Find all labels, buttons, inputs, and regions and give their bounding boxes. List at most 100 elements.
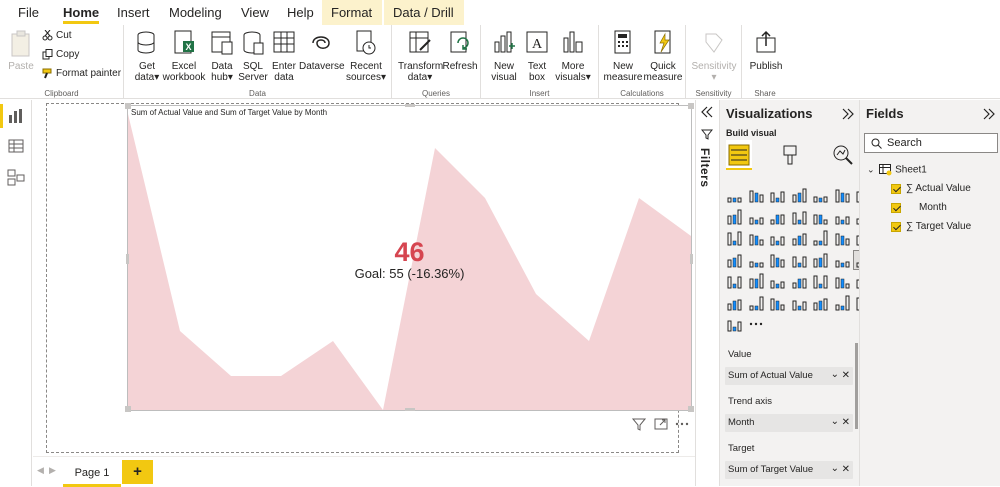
remove-field-icon[interactable]: ✕ bbox=[842, 367, 850, 385]
tab-insert[interactable]: Insert bbox=[108, 0, 159, 25]
text-box-button[interactable]: A Text box bbox=[523, 28, 551, 83]
visual-type-icon[interactable] bbox=[725, 294, 744, 312]
visual-type-icon[interactable] bbox=[747, 272, 766, 290]
excel-workbook-button[interactable]: X Excel workbook bbox=[162, 28, 206, 83]
sql-server-button[interactable]: SQL Server bbox=[238, 28, 268, 83]
visual-type-icon[interactable] bbox=[747, 229, 766, 247]
paste-button[interactable]: Paste bbox=[6, 28, 36, 72]
visual-type-icon[interactable] bbox=[811, 251, 830, 269]
more-visuals-button[interactable]: More visuals▾ bbox=[553, 28, 593, 83]
quick-measure-button[interactable]: Quick measure bbox=[643, 28, 683, 83]
data-view-icon[interactable] bbox=[6, 136, 26, 156]
visual-type-icon[interactable] bbox=[747, 186, 766, 204]
chevron-down-icon[interactable]: ⌄ bbox=[831, 413, 839, 431]
new-visual-button[interactable]: New visual bbox=[489, 28, 519, 83]
visual-type-icon[interactable] bbox=[747, 208, 766, 226]
visual-type-icon[interactable] bbox=[833, 294, 852, 312]
enter-data-button[interactable]: Enter data bbox=[270, 28, 298, 83]
format-visual-tab[interactable] bbox=[778, 140, 804, 170]
tab-format[interactable]: Format bbox=[322, 0, 382, 25]
visual-type-icon[interactable] bbox=[833, 272, 852, 290]
visual-type-icon[interactable] bbox=[790, 294, 809, 312]
prev-page-icon[interactable]: ◀ bbox=[37, 465, 44, 476]
dataverse-button[interactable]: Dataverse bbox=[299, 28, 345, 72]
filter-icon[interactable] bbox=[632, 417, 646, 431]
well-trend-axis-field[interactable]: Month ⌄ ✕ bbox=[725, 414, 853, 432]
resize-handle-w[interactable] bbox=[126, 254, 129, 264]
fields-search-input[interactable]: Search bbox=[864, 133, 998, 153]
add-page-button[interactable]: + bbox=[122, 460, 153, 484]
visual-type-icon[interactable] bbox=[768, 294, 787, 312]
checkbox-target-value[interactable] bbox=[891, 222, 901, 232]
visual-type-icon[interactable] bbox=[811, 294, 830, 312]
field-actual-value[interactable]: ∑ Actual Value bbox=[906, 183, 971, 194]
tab-home[interactable]: Home bbox=[54, 0, 108, 25]
publish-button[interactable]: Publish bbox=[748, 28, 784, 72]
visual-type-icon[interactable] bbox=[747, 251, 766, 269]
checkbox-actual-value[interactable] bbox=[891, 184, 901, 194]
chevron-down-icon[interactable]: ⌄ bbox=[867, 165, 875, 175]
table-sheet1[interactable]: ⌄ Sheet1 bbox=[867, 164, 927, 176]
visual-type-icon[interactable] bbox=[768, 251, 787, 269]
report-view-icon[interactable] bbox=[0, 104, 26, 128]
data-hub-button[interactable]: Data hub▾ bbox=[207, 28, 237, 83]
expand-chevrons-icon[interactable] bbox=[701, 106, 713, 118]
visual-type-icon[interactable] bbox=[725, 315, 744, 333]
visual-type-icon[interactable] bbox=[768, 208, 787, 226]
resize-handle-nw[interactable] bbox=[125, 103, 131, 109]
recent-sources-button[interactable]: Recent sources▾ bbox=[343, 28, 389, 83]
visual-type-icon[interactable] bbox=[725, 229, 744, 247]
visual-type-icon[interactable] bbox=[768, 272, 787, 290]
page-tab-1[interactable]: Page 1 bbox=[63, 460, 121, 487]
sensitivity-button[interactable]: Sensitivity ▾ bbox=[690, 28, 738, 83]
visual-type-icon[interactable] bbox=[790, 208, 809, 226]
visual-type-icon[interactable] bbox=[725, 251, 744, 269]
model-view-icon[interactable] bbox=[6, 167, 26, 187]
visual-type-icon[interactable] bbox=[811, 208, 830, 226]
resize-handle-n[interactable] bbox=[405, 104, 415, 107]
get-data-button[interactable]: Get data▾ bbox=[132, 28, 162, 83]
chevron-down-icon[interactable]: ⌄ bbox=[831, 460, 839, 478]
visual-type-icon[interactable] bbox=[768, 186, 787, 204]
visual-type-icon[interactable] bbox=[747, 294, 766, 312]
collapse-chevrons-icon[interactable] bbox=[983, 108, 995, 120]
more-options-icon[interactable] bbox=[675, 417, 689, 431]
well-value-field[interactable]: Sum of Actual Value ⌄ ✕ bbox=[725, 367, 853, 385]
field-month[interactable]: Month bbox=[919, 202, 947, 213]
tab-view[interactable]: View bbox=[232, 0, 278, 25]
visual-type-icon[interactable] bbox=[833, 186, 852, 204]
transform-data-button[interactable]: Transform data▾ bbox=[398, 28, 443, 83]
visual-type-icon[interactable] bbox=[833, 251, 852, 269]
remove-field-icon[interactable]: ✕ bbox=[842, 461, 850, 479]
field-target-value[interactable]: ∑ Target Value bbox=[906, 221, 971, 232]
analytics-tab[interactable] bbox=[830, 140, 856, 170]
visual-type-icon[interactable] bbox=[725, 208, 744, 226]
visual-type-icon[interactable] bbox=[811, 229, 830, 247]
kpi-visual[interactable]: Sum of Actual Value and Sum of Target Va… bbox=[125, 103, 694, 412]
filters-pane-collapsed[interactable]: Filters bbox=[695, 100, 719, 486]
copy-button[interactable]: Copy bbox=[42, 46, 79, 64]
remove-field-icon[interactable]: ✕ bbox=[842, 414, 850, 432]
visual-type-icon[interactable] bbox=[725, 186, 744, 204]
visual-type-icon[interactable] bbox=[768, 229, 787, 247]
resize-handle-sw[interactable] bbox=[125, 406, 131, 412]
visual-type-icon[interactable] bbox=[833, 229, 852, 247]
cut-button[interactable]: Cut bbox=[42, 27, 72, 45]
visual-type-icon[interactable] bbox=[833, 208, 852, 226]
build-visual-tab[interactable] bbox=[726, 140, 752, 170]
tab-data-drill[interactable]: Data / Drill bbox=[384, 0, 464, 25]
refresh-button[interactable]: Refresh bbox=[442, 28, 478, 72]
resize-handle-ne[interactable] bbox=[688, 103, 694, 109]
visual-type-icon[interactable] bbox=[790, 186, 809, 204]
focus-mode-icon[interactable] bbox=[654, 417, 668, 431]
visual-type-icon[interactable] bbox=[725, 272, 744, 290]
tab-modeling[interactable]: Modeling bbox=[160, 0, 231, 25]
well-target-field[interactable]: Sum of Target Value ⌄ ✕ bbox=[725, 461, 853, 479]
resize-handle-s[interactable] bbox=[405, 408, 415, 411]
visual-type-icon[interactable] bbox=[811, 272, 830, 290]
pane-scrollbar[interactable] bbox=[855, 343, 858, 429]
tab-file[interactable]: File bbox=[9, 0, 48, 25]
visual-type-icon[interactable] bbox=[747, 315, 766, 333]
format-painter-button[interactable]: Format painter bbox=[42, 65, 121, 83]
checkbox-month[interactable] bbox=[891, 203, 901, 213]
